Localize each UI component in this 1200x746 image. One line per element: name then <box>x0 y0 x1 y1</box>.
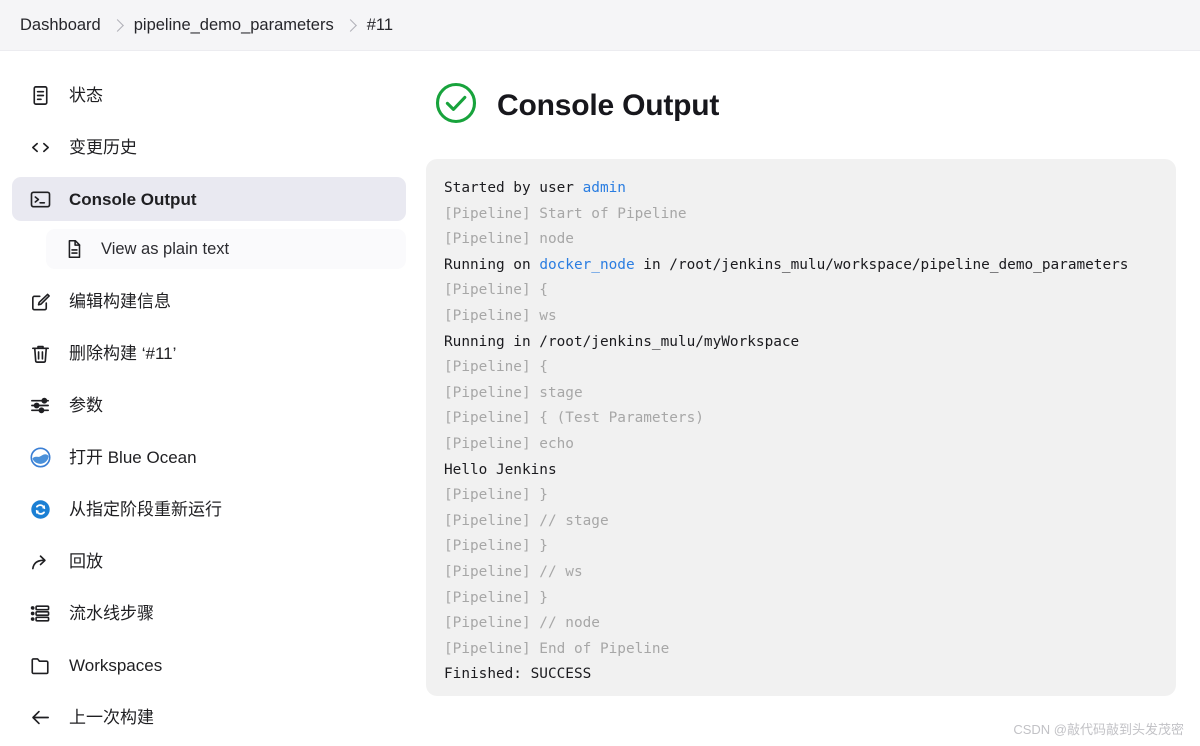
console-log-text: [Pipeline] echo <box>444 435 574 452</box>
console-log-line: [Pipeline] node <box>444 227 1158 253</box>
console-log-text: [Pipeline] stage <box>444 384 583 401</box>
success-check-icon <box>432 79 480 132</box>
console-log-line: Hello Jenkins <box>444 458 1158 484</box>
console-log-line: [Pipeline] { <box>444 355 1158 381</box>
console-log-text: [Pipeline] End of Pipeline <box>444 640 670 657</box>
console-log-text: [Pipeline] { <box>444 282 548 299</box>
breadcrumb-dashboard[interactable]: Dashboard <box>20 16 101 35</box>
file-text-icon <box>62 237 86 261</box>
console-log-line: Finished: SUCCESS <box>444 662 1158 688</box>
sidebar-item-label: 从指定阶段重新运行 <box>69 499 222 519</box>
sidebar-item-pipeline-steps[interactable]: 流水线步骤 <box>12 591 406 635</box>
watermark: CSDN @敲代码敲到头发茂密 <box>1013 722 1184 737</box>
sidebar-item-open-blue-ocean[interactable]: 打开 Blue Ocean <box>12 435 406 479</box>
console-log-line: [Pipeline] ws <box>444 304 1158 330</box>
blue-ocean-icon <box>28 445 52 469</box>
sidebar-item-label: 变更历史 <box>69 137 137 157</box>
sidebar-item-label: 上一次构建 <box>69 707 154 727</box>
sidebar-item-label: 流水线步骤 <box>69 603 154 623</box>
console-log-text: [Pipeline] Start of Pipeline <box>444 205 687 222</box>
sidebar-item-label: 回放 <box>69 551 103 571</box>
console-log-text: [Pipeline] // stage <box>444 512 609 529</box>
sidebar-item-edit-build-info[interactable]: 编辑构建信息 <box>12 279 406 323</box>
sidebar-item-label: Workspaces <box>69 655 163 675</box>
console-log-line: [Pipeline] End of Pipeline <box>444 637 1158 663</box>
main-content: Console Output Started by user admin [Pip… <box>418 51 1200 746</box>
console-log-text: in /root/jenkins_mulu/workspace/pipeline… <box>634 256 1129 273</box>
console-log-text: [Pipeline] } <box>444 538 548 555</box>
console-log-line: [Pipeline] } <box>444 483 1158 509</box>
console-log-text: [Pipeline] { <box>444 359 548 376</box>
console-log-text: Hello Jenkins <box>444 461 557 478</box>
sidebar-item-console-output[interactable]: Console Output <box>12 177 406 221</box>
console-log-text: [Pipeline] ws <box>444 307 557 324</box>
sidebar-item-status[interactable]: 状态 <box>12 73 406 117</box>
console-output-header: Console Output <box>426 79 1176 132</box>
console-log-line: [Pipeline] // node <box>444 611 1158 637</box>
console-log-line: Started by user admin <box>444 176 1158 202</box>
console-log-link[interactable]: admin <box>583 180 626 196</box>
console-log-text: [Pipeline] node <box>444 231 574 248</box>
console-log-panel[interactable]: Started by user admin [Pipeline] Start of… <box>426 159 1176 696</box>
console-log-line: [Pipeline] } <box>444 534 1158 560</box>
sidebar-item-label: 状态 <box>69 85 103 105</box>
breadcrumb: Dashboard pipeline_demo_parameters #11 <box>0 0 1200 51</box>
folder-icon <box>28 653 52 677</box>
console-log-link[interactable]: docker_node <box>539 257 634 273</box>
code-icon <box>28 135 52 159</box>
page-title: Console Output <box>497 88 720 122</box>
document-icon <box>28 83 52 107</box>
breadcrumb-job[interactable]: pipeline_demo_parameters <box>134 16 334 35</box>
console-log-text: [Pipeline] } <box>444 589 548 606</box>
console-log-text: [Pipeline] } <box>444 487 548 504</box>
sidebar-item-delete-build[interactable]: 删除构建 ‘#11’ <box>12 331 406 375</box>
console-log-text: Running on <box>444 256 540 273</box>
console-log-line: Running on docker_node in /root/jenkins_… <box>444 253 1158 279</box>
sliders-icon <box>28 393 52 417</box>
sidebar-item-label: 编辑构建信息 <box>69 291 171 311</box>
console-log-line: [Pipeline] // stage <box>444 509 1158 535</box>
console-log-line: [Pipeline] { <box>444 278 1158 304</box>
console-log-text: Finished: SUCCESS <box>444 666 592 683</box>
edit-icon <box>28 289 52 313</box>
console-log-text: [Pipeline] { (Test Parameters) <box>444 410 704 427</box>
console-log-line: Running in /root/jenkins_mulu/myWorkspac… <box>444 330 1158 356</box>
sidebar-item-changes[interactable]: 变更历史 <box>12 125 406 169</box>
trash-icon <box>28 341 52 365</box>
console-log-line: [Pipeline] stage <box>444 381 1158 407</box>
sidebar-item-previous-build[interactable]: 上一次构建 <box>12 695 406 739</box>
restart-icon <box>28 497 52 521</box>
console-log-line: [Pipeline] { (Test Parameters) <box>444 406 1158 432</box>
sidebar-item-label: 打开 Blue Ocean <box>69 447 197 467</box>
console-log-line: [Pipeline] echo <box>444 432 1158 458</box>
arrow-left-icon <box>28 705 52 729</box>
console-log-line: [Pipeline] Start of Pipeline <box>444 202 1158 228</box>
console-log-line: [Pipeline] } <box>444 586 1158 612</box>
breadcrumb-separator-icon <box>343 18 357 32</box>
sidebar-item-label: Console Output <box>69 189 197 209</box>
console-log-text: Started by user <box>444 180 583 196</box>
sidebar-item-label: 参数 <box>69 395 103 415</box>
page-body: 状态变更历史 Console Output View as plain text 编辑… <box>0 51 1200 746</box>
sidebar-item-view-plain-text[interactable]: View as plain text <box>46 229 406 269</box>
sidebar-item-replay[interactable]: 回放 <box>12 539 406 583</box>
terminal-icon <box>28 187 52 211</box>
sidebar: 状态变更历史 Console Output View as plain text 编辑… <box>0 51 418 746</box>
steps-icon <box>28 601 52 625</box>
sidebar-item-workspaces[interactable]: Workspaces <box>12 643 406 687</box>
breadcrumb-separator-icon <box>110 18 124 32</box>
sidebar-item-restart-from-stage[interactable]: 从指定阶段重新运行 <box>12 487 406 531</box>
breadcrumb-build: #11 <box>366 15 394 34</box>
console-log-text: Running in /root/jenkins_mulu/myWorkspac… <box>444 333 800 350</box>
sidebar-item-label: 删除构建 ‘#11’ <box>69 343 177 363</box>
console-log-text: [Pipeline] // ws <box>444 563 583 580</box>
replay-icon <box>28 549 52 573</box>
console-log-line: [Pipeline] // ws <box>444 560 1158 586</box>
sidebar-item-label: View as plain text <box>101 239 230 258</box>
sidebar-item-parameters[interactable]: 参数 <box>12 383 406 427</box>
console-log-text: [Pipeline] // node <box>444 615 600 632</box>
